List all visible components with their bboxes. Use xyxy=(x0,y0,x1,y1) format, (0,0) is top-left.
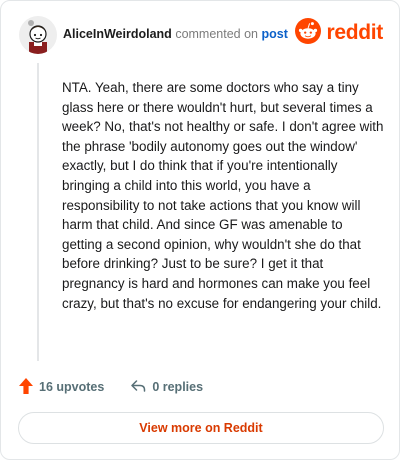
username-link[interactable]: AliceInWeirdoland xyxy=(63,27,172,41)
comment-body: NTA. Yeah, there are some doctors who sa… xyxy=(62,80,384,311)
comment-header: AliceInWeirdoland commented on post redd… xyxy=(19,15,385,55)
post-link[interactable]: post xyxy=(261,27,287,41)
reply-arrow-icon xyxy=(130,379,152,396)
upvote-button[interactable]: 16 upvotes xyxy=(19,377,105,397)
reddit-logo[interactable]: reddit xyxy=(295,17,383,49)
reply-count: 0 replies xyxy=(152,380,204,394)
user-avatar[interactable] xyxy=(19,16,57,54)
embedded-comment-card: AliceInWeirdoland commented on post redd… xyxy=(0,0,400,460)
comment-meta: AliceInWeirdoland commented on post xyxy=(63,27,288,41)
reply-button[interactable]: 0 replies xyxy=(130,379,203,396)
upvote-count: 16 upvotes xyxy=(39,380,105,394)
comment-actions: 16 upvotes 0 replies xyxy=(19,375,203,399)
upvote-arrow-icon xyxy=(19,377,39,397)
action-text: commented on xyxy=(175,27,258,41)
reddit-snoo-icon xyxy=(295,17,322,49)
reddit-wordmark: reddit xyxy=(326,21,383,44)
thread-line xyxy=(37,63,39,361)
view-more-button[interactable]: View more on Reddit xyxy=(18,412,384,444)
